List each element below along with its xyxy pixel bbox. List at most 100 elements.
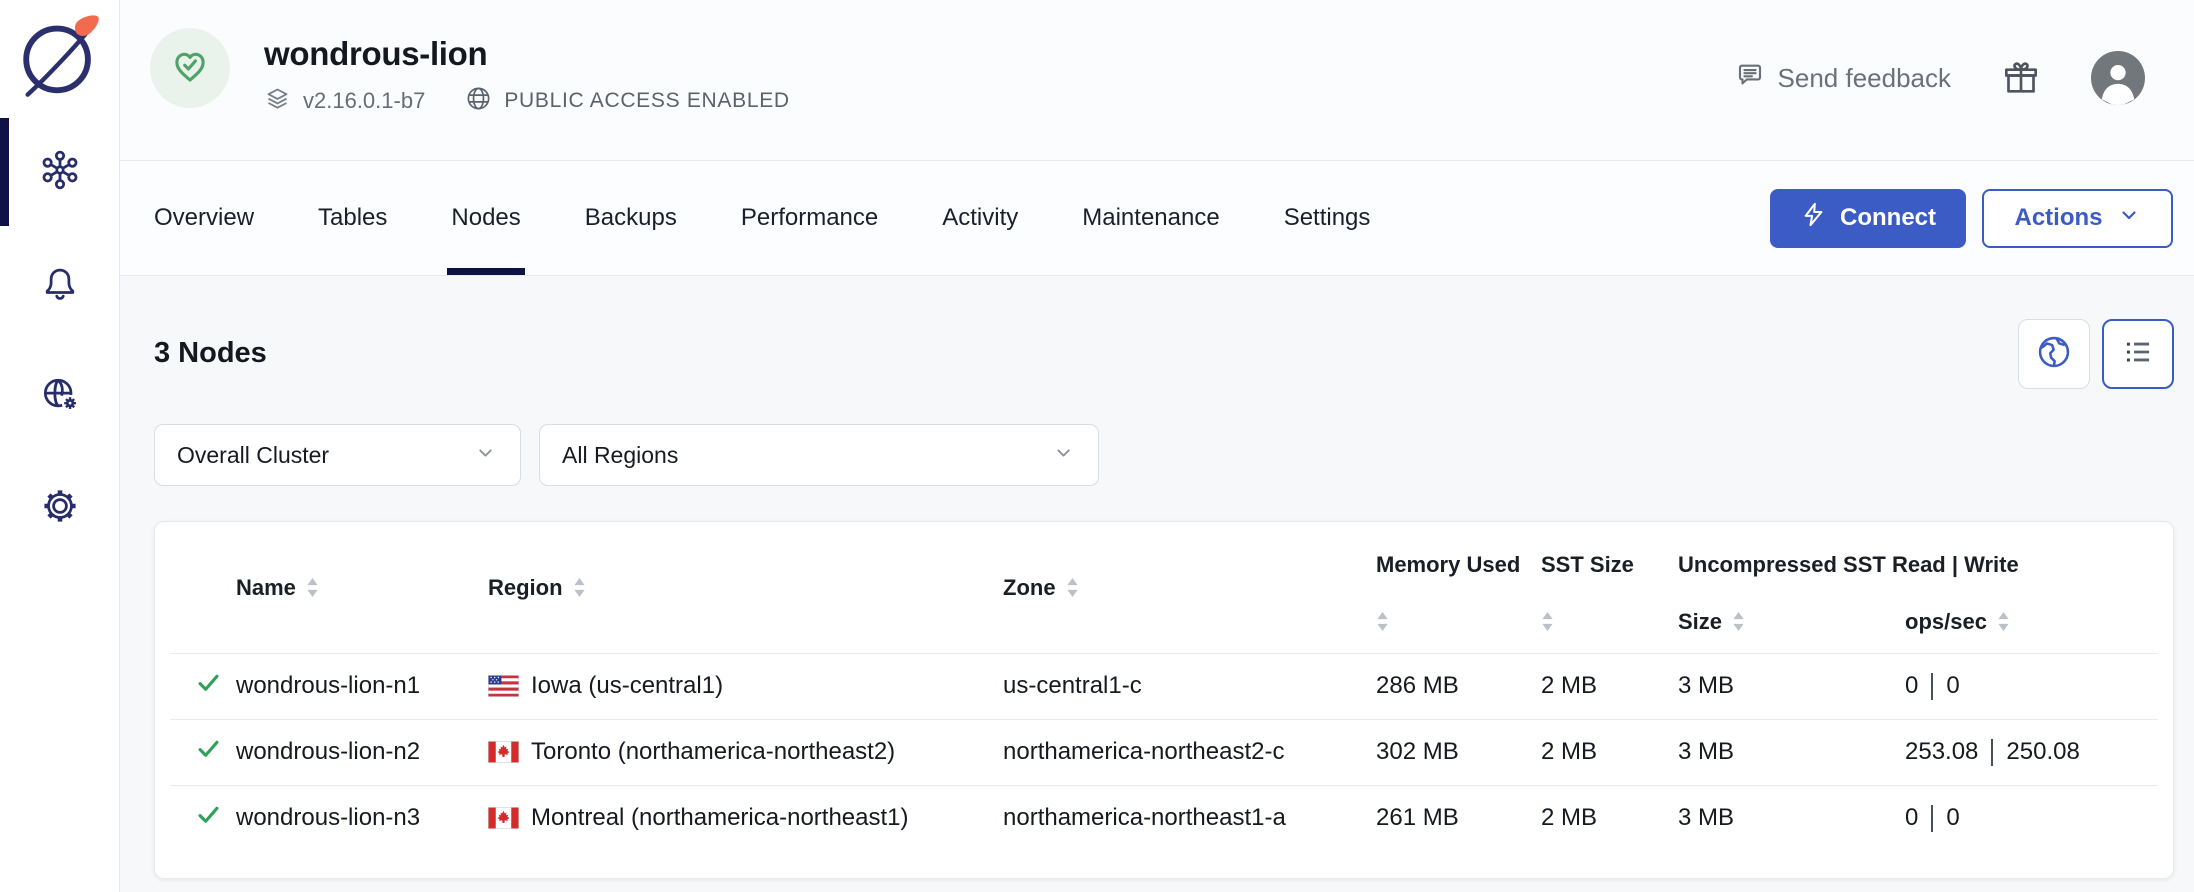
table-row: wondrous-lion-n1 Iowa (us-central1) us-c… xyxy=(155,653,2173,719)
sort-icon[interactable] xyxy=(573,578,586,597)
cluster-nodes-icon xyxy=(38,148,82,197)
node-name: wondrous-lion-n2 xyxy=(236,738,488,766)
column-header-uncompressed-group: Uncompressed SST Read | Write xyxy=(1678,522,2173,586)
node-sst-size: 2 MB xyxy=(1541,738,1678,766)
node-name: wondrous-lion-n1 xyxy=(236,672,488,700)
node-uncompressed-size: 3 MB xyxy=(1678,804,1905,832)
region-filter-select[interactable]: All Regions xyxy=(539,424,1099,486)
column-sort-memory[interactable] xyxy=(1376,586,1541,653)
ca-flag-icon xyxy=(488,741,519,763)
sort-icon[interactable] xyxy=(1376,612,1389,631)
node-region: Iowa (us-central1) xyxy=(531,672,723,700)
nodes-table-body: wondrous-lion-n1 Iowa (us-central1) us-c… xyxy=(155,653,2173,851)
whats-new-button[interactable] xyxy=(2001,58,2041,98)
node-uncompressed-size: 3 MB xyxy=(1678,672,1905,700)
nodes-count-title: 3 Nodes xyxy=(154,337,267,370)
check-icon xyxy=(195,735,222,769)
check-icon xyxy=(195,669,222,703)
ca-flag-icon xyxy=(488,807,519,829)
table-row: wondrous-lion-n3 Montreal (northamerica-… xyxy=(155,785,2173,851)
sidebar-item-clusters[interactable] xyxy=(0,116,120,228)
tab-backups[interactable]: Backups xyxy=(585,161,677,275)
tab-settings[interactable]: Settings xyxy=(1284,161,1371,275)
node-zone: us-central1-c xyxy=(1003,672,1376,700)
node-name: wondrous-lion-n3 xyxy=(236,804,488,832)
heart-check-icon xyxy=(169,45,211,92)
layers-icon xyxy=(264,85,291,117)
node-memory: 302 MB xyxy=(1376,738,1541,766)
nodes-content: 3 Nodes xyxy=(120,276,2194,892)
tab-performance[interactable]: Performance xyxy=(741,161,878,275)
column-header-name[interactable]: Name xyxy=(236,522,488,653)
sort-icon[interactable] xyxy=(1541,612,1554,631)
node-memory: 261 MB xyxy=(1376,804,1541,832)
sort-icon[interactable] xyxy=(306,578,319,597)
avatar-icon xyxy=(2091,51,2145,105)
version-label: v2.16.0.1-b7 xyxy=(303,88,425,114)
node-memory: 286 MB xyxy=(1376,672,1541,700)
chevron-down-icon xyxy=(2117,203,2141,234)
sidebar-item-settings[interactable] xyxy=(0,452,120,564)
node-ops: 253.08250.08 xyxy=(1905,738,2173,766)
cluster-tabs: Overview Tables Nodes Backups Performanc… xyxy=(154,161,1370,275)
tab-overview[interactable]: Overview xyxy=(154,161,254,275)
column-header-sst-size: SST Size xyxy=(1541,522,1678,586)
page-header: wondrous-lion v2.16.0.1-b7 xyxy=(120,0,2194,161)
page-title: wondrous-lion xyxy=(264,32,790,76)
list-view-icon xyxy=(2119,333,2157,374)
planet-logo-icon[interactable] xyxy=(13,8,107,104)
sidebar xyxy=(0,0,120,892)
map-view-button[interactable] xyxy=(2018,319,2090,389)
sidebar-nav xyxy=(0,116,119,564)
node-region: Montreal (northamerica-northeast1) xyxy=(531,804,909,832)
nodes-table-header: Name Region Zone Memory Used xyxy=(155,522,2173,653)
cluster-health-badge xyxy=(150,28,230,108)
check-icon xyxy=(195,801,222,835)
gear-icon xyxy=(38,484,82,533)
node-zone: northamerica-northeast1-a xyxy=(1003,804,1376,832)
view-toggle-group xyxy=(2018,319,2174,389)
cluster-filter-select[interactable]: Overall Cluster xyxy=(154,424,521,486)
column-header-ops[interactable]: ops/sec xyxy=(1905,586,2173,653)
tab-activity[interactable]: Activity xyxy=(942,161,1018,275)
feedback-bubble-icon xyxy=(1735,60,1765,97)
globe-icon xyxy=(465,85,492,117)
sidebar-item-alerts[interactable] xyxy=(0,228,120,340)
access-status-label: PUBLIC ACCESS ENABLED xyxy=(504,89,789,113)
tab-nodes[interactable]: Nodes xyxy=(451,161,520,275)
node-sst-size: 2 MB xyxy=(1541,804,1678,832)
sort-icon[interactable] xyxy=(1066,578,1079,597)
list-view-button[interactable] xyxy=(2102,319,2174,389)
sort-icon[interactable] xyxy=(1732,612,1745,631)
tab-tables[interactable]: Tables xyxy=(318,161,387,275)
us-flag-icon xyxy=(488,675,519,697)
tabbar: Overview Tables Nodes Backups Performanc… xyxy=(120,161,2194,276)
column-sort-sst-size[interactable] xyxy=(1541,586,1678,653)
connect-button[interactable]: Connect xyxy=(1770,189,1966,248)
node-zone: northamerica-northeast2-c xyxy=(1003,738,1376,766)
map-view-icon xyxy=(2035,333,2073,374)
table-row: wondrous-lion-n2 Toronto (northamerica-n… xyxy=(155,719,2173,785)
bell-icon xyxy=(38,260,82,309)
chevron-down-icon xyxy=(473,440,498,471)
sort-icon[interactable] xyxy=(1997,612,2010,631)
cluster-info: wondrous-lion v2.16.0.1-b7 xyxy=(120,0,790,117)
globe-gear-icon xyxy=(38,372,82,421)
node-ops: 00 xyxy=(1905,804,2173,832)
node-uncompressed-size: 3 MB xyxy=(1678,738,1905,766)
lightning-icon xyxy=(1800,201,1827,235)
column-header-zone[interactable]: Zone xyxy=(1003,522,1376,653)
user-avatar[interactable] xyxy=(2091,51,2145,105)
send-feedback-label: Send feedback xyxy=(1778,63,1951,94)
column-header-uncompressed-size[interactable]: Size xyxy=(1678,586,1905,653)
column-header-region[interactable]: Region xyxy=(488,522,1003,653)
tab-maintenance[interactable]: Maintenance xyxy=(1082,161,1219,275)
send-feedback-button[interactable]: Send feedback xyxy=(1735,60,1951,97)
gift-icon xyxy=(2001,58,2041,98)
chevron-down-icon xyxy=(1051,440,1076,471)
sidebar-item-network[interactable] xyxy=(0,340,120,452)
node-ops: 00 xyxy=(1905,672,2173,700)
actions-button[interactable]: Actions xyxy=(1982,189,2173,248)
nodes-table: Name Region Zone Memory Used xyxy=(154,521,2174,879)
column-header-memory: Memory Used xyxy=(1376,522,1541,586)
